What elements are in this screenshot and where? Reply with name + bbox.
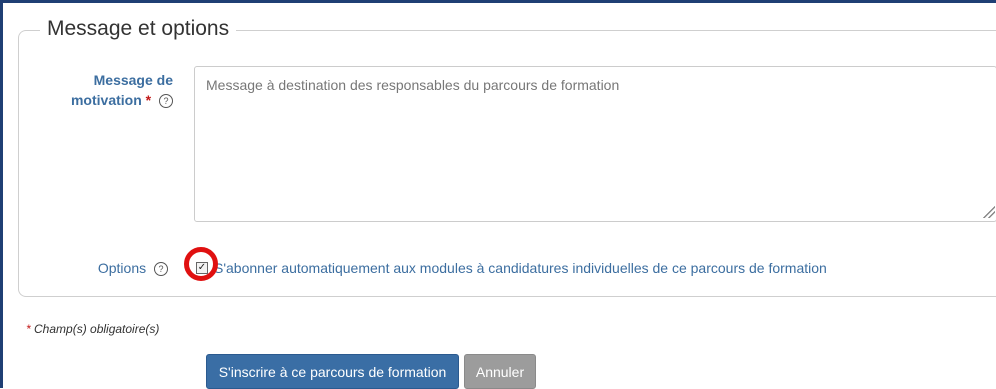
required-fields-note: * Champ(s) obligatoire(s): [26, 322, 159, 336]
options-label: Options ?: [58, 260, 168, 277]
message-label-line2: motivation: [70, 92, 142, 108]
required-note-text: Champ(s) obligatoire(s): [34, 322, 160, 336]
help-icon[interactable]: ?: [154, 262, 168, 277]
resize-handle-icon[interactable]: [983, 206, 995, 218]
message-label-line1: Message de: [93, 72, 173, 88]
options-label-text: Options: [97, 260, 147, 276]
message-textarea[interactable]: [194, 66, 996, 222]
section-legend: Message et options: [40, 17, 237, 41]
page-frame: Message et options Message de motivation…: [0, 0, 996, 389]
cancel-button[interactable]: Annuler: [464, 354, 536, 389]
message-label: Message de motivation * ?: [58, 70, 173, 110]
submit-button[interactable]: S'inscrire à ce parcours de formation: [206, 354, 459, 389]
auto-subscribe-label[interactable]: S'abonner automatiquement aux modules à …: [214, 260, 827, 276]
required-star: *: [26, 322, 31, 336]
help-icon[interactable]: ?: [159, 94, 173, 109]
highlight-circle-annotation: [184, 247, 218, 281]
required-star: *: [145, 92, 152, 108]
